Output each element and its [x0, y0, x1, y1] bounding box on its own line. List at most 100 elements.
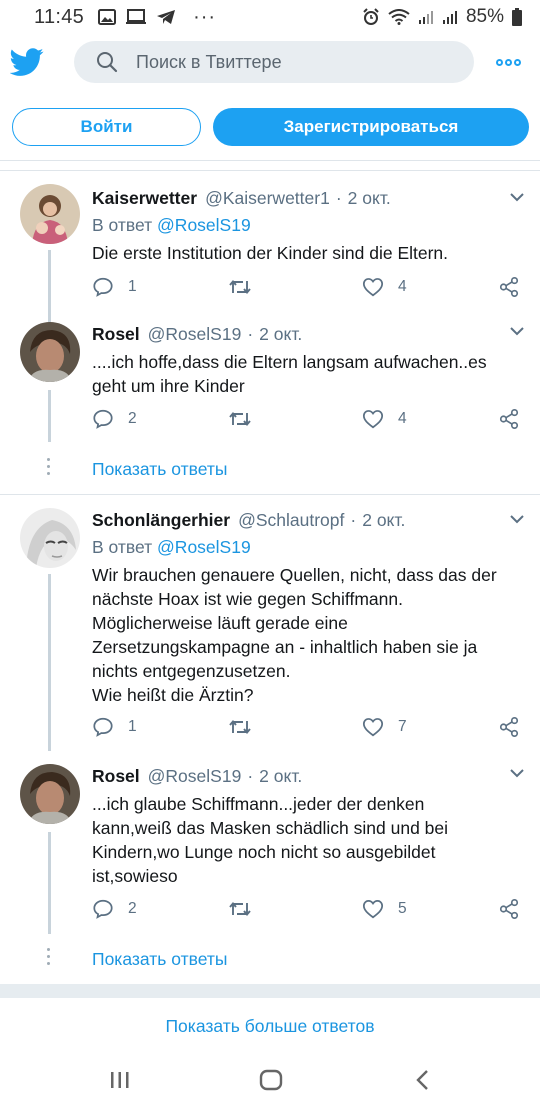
tweet-actions: 1 7: [92, 716, 532, 740]
share-button[interactable]: [498, 276, 520, 298]
reply-button[interactable]: 1: [92, 716, 137, 738]
avatar[interactable]: [20, 508, 80, 568]
like-button[interactable]: 4: [362, 408, 407, 430]
reply-button[interactable]: 2: [92, 408, 137, 430]
reply-context: В ответ @RoselS19: [92, 215, 526, 236]
chevron-down-icon[interactable]: [508, 764, 526, 782]
thread-more-dots: [47, 458, 51, 479]
reply-prefix: В ответ: [92, 537, 153, 557]
like-button[interactable]: 4: [362, 276, 407, 298]
author-name[interactable]: Schonlängerhier: [92, 510, 230, 531]
share-button[interactable]: [498, 716, 520, 738]
show-replies-link[interactable]: Показать ответы: [92, 949, 227, 970]
more-options-icon[interactable]: [496, 52, 524, 72]
tweet-actions: 1 4: [92, 276, 532, 300]
battery-icon: [512, 8, 522, 26]
thread-line: [48, 832, 51, 934]
chevron-down-icon[interactable]: [508, 322, 526, 340]
reply-icon: [93, 899, 113, 919]
chevron-down-icon[interactable]: [508, 510, 526, 528]
tweet-actions: 2 4: [92, 408, 532, 432]
reply-mention[interactable]: @RoselS19: [157, 537, 251, 557]
battery-level: 85%: [465, 6, 504, 27]
like-button[interactable]: 5: [362, 898, 407, 920]
more-notifications-icon: ···: [193, 5, 217, 28]
avatar[interactable]: [20, 184, 80, 244]
signal-icon-2: [442, 11, 457, 24]
status-bar: 11:45 ··· 85%: [0, 0, 540, 34]
back-icon[interactable]: [412, 1068, 434, 1092]
reply-button[interactable]: 1: [92, 276, 137, 298]
thread-line: [48, 390, 51, 442]
login-button[interactable]: Войти: [12, 108, 201, 146]
author-handle[interactable]: @Kaiserwetter1: [205, 188, 330, 209]
tweet-date[interactable]: 2 окт.: [362, 510, 405, 531]
separator: ·: [350, 510, 357, 530]
author-handle[interactable]: @RoselS19: [148, 324, 242, 345]
separator: ·: [335, 188, 342, 208]
like-count: 5: [398, 900, 407, 917]
author-name[interactable]: Rosel: [92, 324, 140, 345]
telegram-icon: [157, 10, 176, 24]
system-nav-bar: [0, 1058, 540, 1110]
twitter-logo-icon[interactable]: [10, 45, 44, 79]
avatar[interactable]: [20, 764, 80, 824]
share-icon: [499, 277, 519, 297]
author-name[interactable]: Kaiserwetter: [92, 188, 197, 209]
thread-more-dots: [47, 948, 51, 969]
section-divider: [0, 984, 540, 998]
reply-prefix: В ответ: [92, 215, 153, 235]
divider: [0, 170, 540, 171]
recent-apps-icon[interactable]: [108, 1068, 132, 1092]
home-icon[interactable]: [258, 1068, 284, 1092]
reply-context: В ответ @RoselS19: [92, 537, 526, 558]
heart-icon: [362, 278, 384, 297]
retweet-button[interactable]: [228, 276, 266, 298]
retweet-button[interactable]: [228, 408, 266, 430]
status-time: 11:45: [34, 5, 85, 28]
reply-icon: [93, 409, 113, 429]
retweet-button[interactable]: [228, 898, 266, 920]
reply-mention[interactable]: @RoselS19: [157, 215, 251, 235]
share-icon: [499, 717, 519, 737]
search-icon: [97, 52, 118, 73]
retweet-button[interactable]: [228, 716, 266, 738]
divider: [0, 494, 540, 495]
avatar[interactable]: [20, 322, 80, 382]
screen-mirror-icon: [126, 9, 147, 24]
heart-icon: [362, 900, 384, 919]
retweet-icon: [229, 720, 251, 734]
reply-count: 1: [128, 278, 137, 295]
search-box[interactable]: Поиск в Твиттере: [74, 41, 474, 83]
author-handle[interactable]: @RoselS19: [148, 766, 242, 787]
share-button[interactable]: [498, 408, 520, 430]
reply-icon: [93, 717, 113, 737]
tweet-text: ...ich glaube Schiffmann...jeder der den…: [92, 794, 449, 886]
gallery-icon: [98, 9, 117, 25]
tweet-date[interactable]: 2 окт.: [259, 324, 302, 345]
like-count: 4: [398, 278, 407, 295]
signal-icon-1: [418, 11, 433, 24]
show-more-replies-link[interactable]: Показать больше ответов: [0, 1016, 540, 1037]
reply-count: 2: [128, 900, 137, 917]
tweet-date[interactable]: 2 окт.: [259, 766, 302, 787]
search-placeholder: Поиск в Твиттере: [136, 51, 282, 72]
reply-count: 2: [128, 410, 137, 427]
tweet-date[interactable]: 2 окт.: [348, 188, 391, 209]
reply-button[interactable]: 2: [92, 898, 137, 920]
like-button[interactable]: 7: [362, 716, 407, 738]
chevron-down-icon[interactable]: [508, 188, 526, 206]
show-replies-link[interactable]: Показать ответы: [92, 459, 227, 480]
author-name[interactable]: Rosel: [92, 766, 140, 787]
signup-button[interactable]: Зарегистрироваться: [213, 108, 529, 146]
author-handle[interactable]: @Schlautropf: [238, 510, 344, 531]
reply-count: 1: [128, 718, 137, 735]
share-button[interactable]: [498, 898, 520, 920]
tweet-text: Die erste Institution der Kinder sind di…: [92, 243, 449, 263]
heart-icon: [362, 410, 384, 429]
share-icon: [499, 409, 519, 429]
tweet-text: ....ich hoffe,dass die Eltern langsam au…: [92, 352, 487, 396]
separator: ·: [247, 766, 254, 786]
reply-icon: [93, 277, 113, 297]
wifi-icon: [388, 9, 410, 25]
